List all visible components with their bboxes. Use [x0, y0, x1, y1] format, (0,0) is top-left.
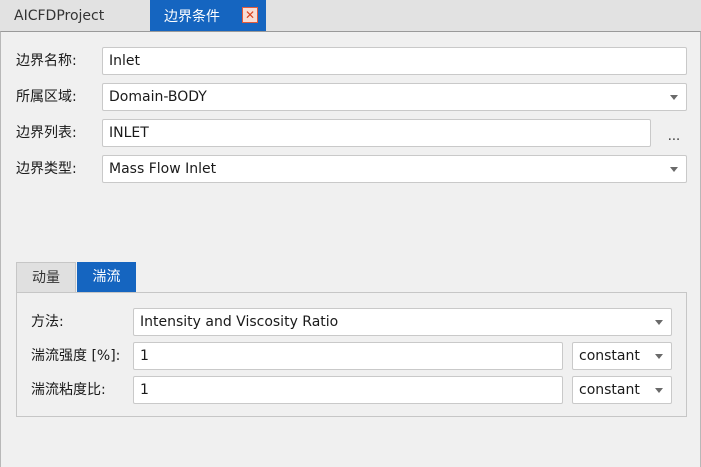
document-tab-bar: AICFDProject 边界条件 ✕ — [0, 0, 701, 31]
region-label: 所属区域: — [16, 89, 77, 105]
turbulence-intensity-label: 湍流强度 [%]: — [31, 348, 121, 364]
method-select-value: Intensity and Viscosity Ratio — [140, 314, 339, 330]
browse-boundary-button[interactable]: ... — [661, 122, 687, 150]
method-select[interactable]: Intensity and Viscosity Ratio — [133, 308, 672, 336]
boundary-list-label: 边界列表: — [16, 125, 77, 141]
boundary-type-label: 边界类型: — [16, 161, 77, 177]
boundary-list-input[interactable] — [102, 119, 651, 147]
boundary-name-label: 边界名称: — [16, 53, 77, 69]
boundary-type-select-value: Mass Flow Inlet — [109, 161, 217, 177]
region-select-value: Domain-BODY — [109, 89, 207, 105]
tab-momentum[interactable]: 动量 — [16, 262, 76, 292]
turbulent-viscosity-ratio-input[interactable] — [133, 376, 563, 404]
boundary-name-input[interactable] — [102, 47, 687, 75]
turbulence-intensity-mode-select[interactable]: constant — [572, 342, 672, 370]
turbulent-viscosity-ratio-mode-select[interactable]: constant — [572, 376, 672, 404]
boundary-condition-window: AICFDProject 边界条件 ✕ 边界名称: 所属区域: Domain-B… — [0, 0, 701, 467]
turbulent-viscosity-ratio-label: 湍流粘度比: — [31, 382, 106, 398]
turbulence-intensity-input[interactable] — [133, 342, 563, 370]
turbulent-viscosity-ratio-mode-value: constant — [579, 382, 640, 398]
tab-boundary-condition-label: 边界条件 — [164, 8, 220, 25]
chevron-down-icon — [670, 167, 678, 172]
tab-aicfd-project[interactable]: AICFDProject — [0, 0, 150, 31]
chevron-down-icon — [670, 95, 678, 100]
close-icon[interactable]: ✕ — [242, 7, 258, 23]
tab-aicfd-project-label: AICFDProject — [14, 7, 105, 24]
method-label: 方法: — [31, 314, 64, 330]
tab-boundary-condition[interactable]: 边界条件 ✕ — [150, 0, 266, 31]
tab-turbulence[interactable]: 湍流 — [77, 262, 136, 292]
chevron-down-icon — [655, 388, 663, 393]
chevron-down-icon — [655, 354, 663, 359]
boundary-type-select[interactable]: Mass Flow Inlet — [102, 155, 687, 183]
turbulence-intensity-mode-value: constant — [579, 348, 640, 364]
boundary-condition-panel: 边界名称: 所属区域: Domain-BODY 边界列表: ... 边界类型: … — [0, 31, 701, 467]
chevron-down-icon — [655, 320, 663, 325]
region-select[interactable]: Domain-BODY — [102, 83, 687, 111]
turbulence-settings-group: 方法: Intensity and Viscosity Ratio 湍流强度 [… — [16, 292, 687, 417]
